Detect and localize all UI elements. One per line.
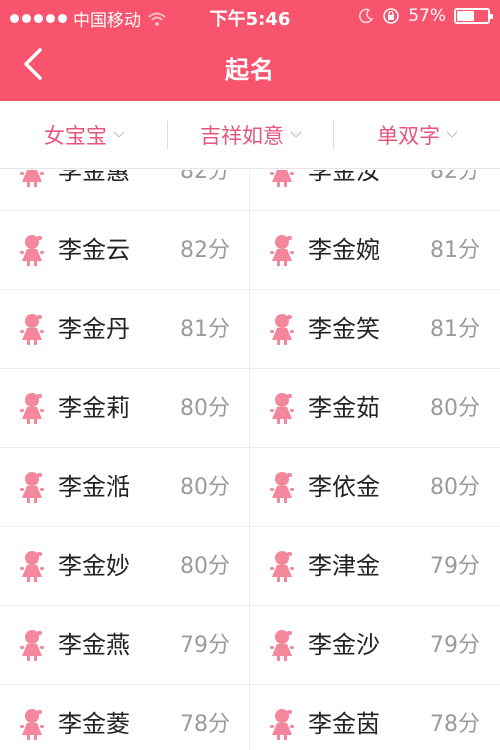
girl-icon — [18, 312, 46, 346]
name-text: 李金湉 — [58, 473, 130, 501]
girl-icon — [268, 707, 296, 741]
filter-meaning[interactable]: 吉祥如意 — [166, 101, 334, 168]
name-score: 78分 — [430, 712, 480, 737]
name-row: 李金燕 79分 李金沙 79分 — [0, 606, 500, 685]
name-text: 李津金 — [308, 552, 380, 580]
name-score: 81分 — [430, 238, 480, 263]
name-score: 80分 — [430, 396, 480, 421]
name-score: 79分 — [180, 633, 230, 658]
girl-icon — [18, 233, 46, 267]
name-row: 李金湉 80分 李依金 80分 — [0, 448, 500, 527]
filter-length-label: 单双字 — [377, 123, 441, 148]
name-score: 81分 — [180, 317, 230, 342]
name-text: 李依金 — [308, 473, 380, 501]
name-row: 李金丹 81分 李金笑 81分 — [0, 290, 500, 369]
app-header: 中国移动 下午5:46 57% 起名 — [0, 0, 500, 101]
girl-icon — [268, 549, 296, 583]
filter-length[interactable]: 单双字 — [333, 101, 500, 168]
chevron-down-icon — [446, 125, 458, 138]
name-card[interactable]: 李金丹 81分 — [0, 290, 250, 369]
name-card[interactable]: 李依金 80分 — [250, 448, 500, 527]
girl-icon — [268, 312, 296, 346]
name-card[interactable]: 李金妙 80分 — [0, 527, 250, 606]
name-score: 80分 — [430, 475, 480, 500]
girl-icon — [18, 391, 46, 425]
name-text: 李金莉 — [58, 394, 130, 422]
girl-icon — [18, 549, 46, 583]
name-score: 79分 — [430, 633, 480, 658]
name-card[interactable]: 李金汝 82分 — [250, 170, 500, 211]
name-card[interactable]: 李津金 79分 — [250, 527, 500, 606]
name-score: 79分 — [430, 554, 480, 579]
filter-meaning-label: 吉祥如意 — [200, 123, 284, 148]
filter-gender[interactable]: 女宝宝 — [0, 101, 167, 168]
battery-icon — [454, 8, 493, 24]
name-score: 80分 — [180, 396, 230, 421]
chevron-down-icon — [113, 125, 125, 138]
name-row: 李金蕙 82分 李金汝 82分 — [0, 170, 500, 211]
name-score: 80分 — [180, 475, 230, 500]
status-bar: 中国移动 下午5:46 57% — [0, 0, 500, 32]
name-score: 78分 — [180, 712, 230, 737]
name-card[interactable]: 李金茹 80分 — [250, 369, 500, 448]
name-text: 李金菱 — [58, 710, 130, 738]
girl-icon — [18, 470, 46, 504]
name-text: 李金茹 — [308, 394, 380, 422]
filter-bar: 女宝宝 吉祥如意 单双字 — [0, 101, 500, 169]
name-text: 李金茵 — [308, 710, 380, 738]
name-card[interactable]: 李金茵 78分 — [250, 685, 500, 750]
girl-icon — [268, 470, 296, 504]
name-text: 李金笑 — [308, 315, 380, 343]
name-score: 82分 — [430, 170, 480, 184]
name-text: 李金沙 — [308, 631, 380, 659]
girl-icon — [18, 707, 46, 741]
name-text: 李金蕙 — [58, 170, 130, 185]
name-row: 李金菱 78分 李金茵 78分 — [0, 685, 500, 750]
name-row: 李金云 82分 李金婉 81分 — [0, 211, 500, 290]
girl-icon — [18, 628, 46, 662]
name-row: 李金莉 80分 李金茹 80分 — [0, 369, 500, 448]
page-title: 起名 — [225, 56, 275, 84]
name-text: 李金云 — [58, 236, 130, 264]
name-text: 李金汝 — [308, 170, 380, 185]
battery-percent: 57% — [408, 6, 446, 26]
name-card[interactable]: 李金湉 80分 — [0, 448, 250, 527]
name-card[interactable]: 李金莉 80分 — [0, 369, 250, 448]
name-card[interactable]: 李金云 82分 — [0, 211, 250, 290]
name-card[interactable]: 李金沙 79分 — [250, 606, 500, 685]
name-score: 82分 — [180, 238, 230, 263]
name-card[interactable]: 李金笑 81分 — [250, 290, 500, 369]
name-card[interactable]: 李金婉 81分 — [250, 211, 500, 290]
name-list: 李金蕙 82分 李金汝 82分 李金云 82分 李金婉 81分 李金丹 81分 李金笑 81分 李金莉 8… — [0, 170, 500, 750]
name-score: 82分 — [180, 170, 230, 184]
name-text: 李金婉 — [308, 236, 380, 264]
girl-icon — [18, 170, 46, 188]
name-score: 80分 — [180, 554, 230, 579]
name-card[interactable]: 李金菱 78分 — [0, 685, 250, 750]
name-text: 李金丹 — [58, 315, 130, 343]
girl-icon — [268, 233, 296, 267]
rotation-lock-icon — [383, 8, 399, 24]
chevron-down-icon — [290, 125, 302, 138]
name-card[interactable]: 李金燕 79分 — [0, 606, 250, 685]
girl-icon — [268, 391, 296, 425]
filter-gender-label: 女宝宝 — [43, 123, 107, 148]
name-score: 81分 — [430, 317, 480, 342]
name-text: 李金燕 — [58, 631, 130, 659]
girl-icon — [268, 628, 296, 662]
status-right: 57% — [358, 6, 493, 26]
name-card[interactable]: 李金蕙 82分 — [0, 170, 250, 211]
name-row: 李金妙 80分 李津金 79分 — [0, 527, 500, 606]
name-text: 李金妙 — [58, 552, 130, 580]
moon-icon — [359, 8, 374, 24]
girl-icon — [268, 170, 296, 188]
